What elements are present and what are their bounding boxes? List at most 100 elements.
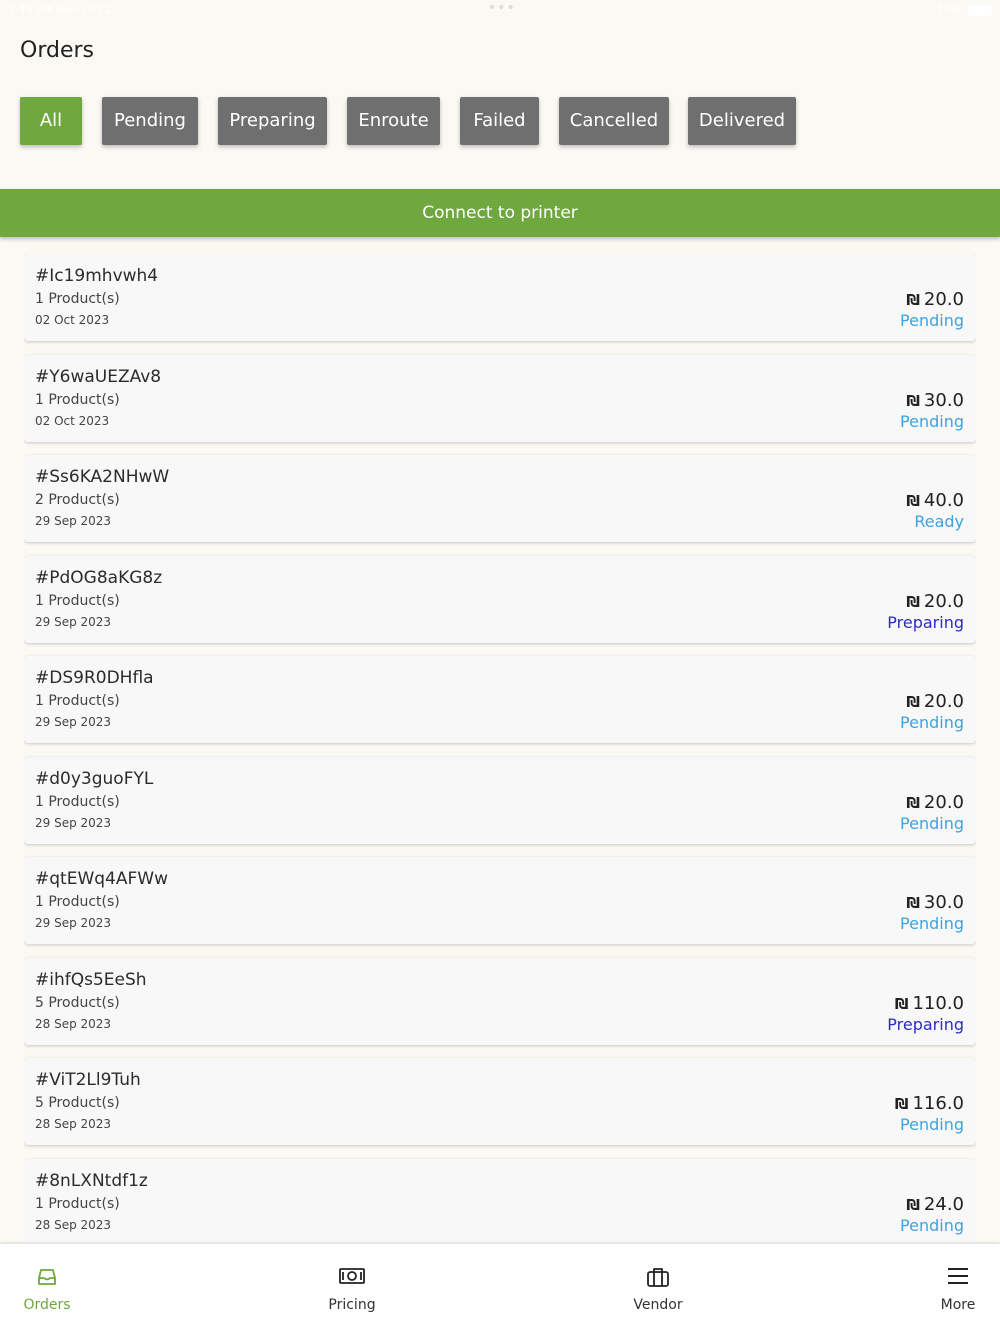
order-price-value: 20.0 — [923, 691, 964, 712]
currency-symbol: ₪ — [894, 1095, 909, 1113]
status-time-date: 5:43 PM Mon Oct 2 — [8, 3, 112, 16]
tab-vendor[interactable]: Vendor — [618, 1244, 698, 1334]
order-date: 28 Sep 2023 — [35, 1218, 112, 1232]
multitask-dots[interactable]: ••• — [488, 0, 516, 16]
filter-cancelled-button[interactable]: Cancelled — [559, 97, 669, 145]
tab-orders[interactable]: Orders — [7, 1244, 87, 1334]
status-bar: 5:43 PM Mon Oct 2 ••• 70% — [0, 0, 1000, 20]
inbox-icon — [36, 1266, 58, 1292]
order-card[interactable]: #d0y3guoFYL 1 Product(s) 29 Sep 2023 ₪ 20… — [24, 757, 976, 844]
order-product-count: 1 Product(s) — [35, 392, 120, 408]
order-date: 29 Sep 2023 — [35, 715, 112, 729]
order-status: Preparing — [887, 1015, 964, 1034]
order-price-value: 30.0 — [923, 892, 964, 913]
briefcase-icon — [646, 1266, 670, 1292]
order-date: 28 Sep 2023 — [35, 1117, 112, 1131]
order-price-value: 116.0 — [912, 1093, 964, 1114]
order-status: Pending — [900, 814, 964, 833]
currency-symbol: ₪ — [906, 392, 920, 410]
order-card[interactable]: #ihfQs5EeSh 5 Product(s) 28 Sep 2023 ₪ 11… — [24, 958, 976, 1045]
order-date: 02 Oct 2023 — [35, 414, 110, 428]
filter-pending-button[interactable]: Pending — [102, 97, 198, 145]
order-id: #ihfQs5EeSh — [35, 970, 147, 990]
order-product-count: 1 Product(s) — [35, 1196, 120, 1212]
order-id: #ViT2Ll9Tuh — [35, 1070, 141, 1090]
order-price: ₪ 20.0 — [906, 289, 964, 310]
order-status: Pending — [900, 713, 964, 732]
currency-symbol: ₪ — [906, 693, 920, 711]
status-date: Mon Oct 2 — [55, 3, 113, 16]
tab-more[interactable]: More — [918, 1244, 998, 1334]
filter-failed-button[interactable]: Failed — [460, 97, 539, 145]
order-card[interactable]: #PdOG8aKG8z 1 Product(s) 29 Sep 2023 ₪ 20… — [24, 556, 976, 643]
order-id: #Ic19mhvwh4 — [35, 266, 159, 286]
order-price: ₪ 20.0 — [906, 591, 964, 612]
order-price-value: 24.0 — [923, 1194, 964, 1215]
order-id: #8nLXNtdf1z — [35, 1171, 148, 1191]
order-price: ₪ 116.0 — [895, 1093, 964, 1114]
order-price-value: 20.0 — [923, 591, 964, 612]
order-product-count: 5 Product(s) — [35, 995, 120, 1011]
order-product-count: 1 Product(s) — [35, 693, 120, 709]
order-status: Ready — [914, 512, 964, 531]
order-date: 29 Sep 2023 — [35, 916, 112, 930]
order-status: Pending — [900, 1216, 964, 1235]
status-battery-group: 70% — [936, 3, 992, 16]
order-id: #Y6waUEZAv8 — [35, 367, 162, 387]
tab-pricing[interactable]: Pricing — [312, 1244, 392, 1334]
filter-all-button[interactable]: All — [20, 97, 82, 145]
tab-label: Orders — [23, 1297, 71, 1313]
currency-symbol: ₪ — [906, 894, 920, 912]
order-status: Preparing — [887, 613, 964, 632]
filter-preparing-button[interactable]: Preparing — [218, 97, 327, 145]
order-price-value: 20.0 — [923, 792, 964, 813]
order-price: ₪ 20.0 — [906, 691, 964, 712]
order-price: ₪ 24.0 — [906, 1194, 964, 1215]
page-title: Orders — [20, 38, 94, 63]
orders-list: #Ic19mhvwh4 1 Product(s) 02 Oct 2023 ₪ 20… — [24, 254, 976, 1242]
order-card[interactable]: #ViT2Ll9Tuh 5 Product(s) 28 Sep 2023 ₪ 11… — [24, 1058, 976, 1145]
currency-symbol: ₪ — [894, 995, 909, 1013]
order-date: 02 Oct 2023 — [35, 313, 110, 327]
currency-symbol: ₪ — [906, 291, 920, 309]
order-id: #d0y3guoFYL — [35, 769, 154, 789]
order-product-count: 5 Product(s) — [35, 1095, 120, 1111]
order-price: ₪ 20.0 — [906, 792, 964, 813]
order-price-value: 110.0 — [912, 993, 964, 1014]
currency-symbol: ₪ — [906, 1196, 920, 1214]
tab-label: More — [940, 1297, 976, 1313]
order-product-count: 1 Product(s) — [35, 894, 120, 910]
currency-symbol: ₪ — [906, 794, 920, 812]
order-status: Pending — [900, 311, 964, 330]
connect-printer-button[interactable]: Connect to printer — [0, 189, 1000, 237]
battery-percent: 70% — [936, 3, 961, 16]
money-icon — [338, 1266, 366, 1290]
order-card[interactable]: #DS9R0DHfla 1 Product(s) 29 Sep 2023 ₪ 20… — [24, 656, 976, 743]
filter-enroute-button[interactable]: Enroute — [347, 97, 440, 145]
currency-symbol: ₪ — [906, 492, 920, 510]
tab-label: Vendor — [633, 1297, 683, 1313]
order-card[interactable]: #qtEWq4AFWw 1 Product(s) 29 Sep 2023 ₪ 30… — [24, 857, 976, 944]
order-date: 29 Sep 2023 — [35, 615, 112, 629]
order-card[interactable]: #Ic19mhvwh4 1 Product(s) 02 Oct 2023 ₪ 20… — [24, 254, 976, 341]
order-status: Pending — [900, 914, 964, 933]
tab-label: Pricing — [328, 1297, 376, 1313]
filter-delivered-button[interactable]: Delivered — [688, 97, 796, 145]
order-price: ₪ 40.0 — [906, 490, 964, 511]
order-date: 29 Sep 2023 — [35, 514, 112, 528]
order-product-count: 2 Product(s) — [35, 492, 120, 508]
currency-symbol: ₪ — [906, 593, 920, 611]
order-card[interactable]: #Ss6KA2NHwW 2 Product(s) 29 Sep 2023 ₪ 40… — [24, 455, 976, 542]
order-date: 28 Sep 2023 — [35, 1017, 112, 1031]
order-status: Pending — [900, 1115, 964, 1134]
order-price: ₪ 110.0 — [895, 993, 964, 1014]
order-card[interactable]: #8nLXNtdf1z 1 Product(s) 28 Sep 2023 ₪ 24… — [24, 1159, 976, 1242]
order-id: #DS9R0DHfla — [35, 668, 154, 688]
order-product-count: 1 Product(s) — [35, 593, 120, 609]
order-price-value: 20.0 — [923, 289, 964, 310]
order-id: #qtEWq4AFWw — [35, 869, 168, 889]
status-time: 5:43 PM — [8, 3, 53, 16]
order-card[interactable]: #Y6waUEZAv8 1 Product(s) 02 Oct 2023 ₪ 30… — [24, 355, 976, 442]
order-price-value: 40.0 — [923, 490, 964, 511]
order-date: 29 Sep 2023 — [35, 816, 112, 830]
